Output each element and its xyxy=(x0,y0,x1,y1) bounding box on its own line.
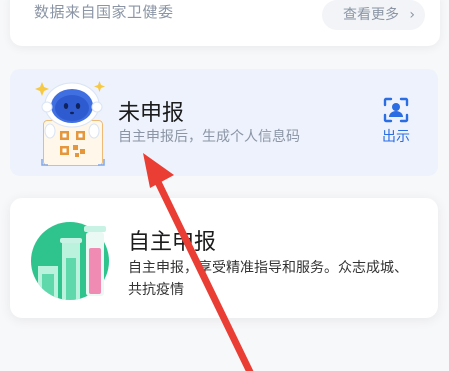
stats-card: 数据来自国家卫健委 查看更多 › xyxy=(10,0,440,46)
data-source-text: 数据来自国家卫健委 xyxy=(34,3,174,21)
unreported-title: 未申报 xyxy=(118,101,185,126)
self-report-card[interactable]: 自主申报 自主申报，享受精准指导和服务。众志成城、共抗疫情 xyxy=(10,198,438,318)
face-scan-icon xyxy=(383,97,409,123)
unreported-subtitle: 自主申报后，生成个人信息码 xyxy=(118,129,300,145)
show-label: 出示 xyxy=(382,129,410,145)
test-tube-icon xyxy=(31,222,109,300)
unreported-card[interactable]: 未申报 自主申报后，生成个人信息码 出示 xyxy=(10,69,438,176)
view-more-label: 查看更多 xyxy=(343,7,399,23)
chevron-right-icon: › xyxy=(409,7,415,23)
self-report-title: 自主申报 xyxy=(128,230,217,255)
show-code-button[interactable]: 出示 xyxy=(376,96,416,146)
mascot-qr-icon xyxy=(35,81,105,166)
self-report-description: 自主申报，享受精准指导和服务。众志成城、共抗疫情 xyxy=(128,260,408,298)
view-more-button[interactable]: 查看更多 › xyxy=(322,0,425,30)
